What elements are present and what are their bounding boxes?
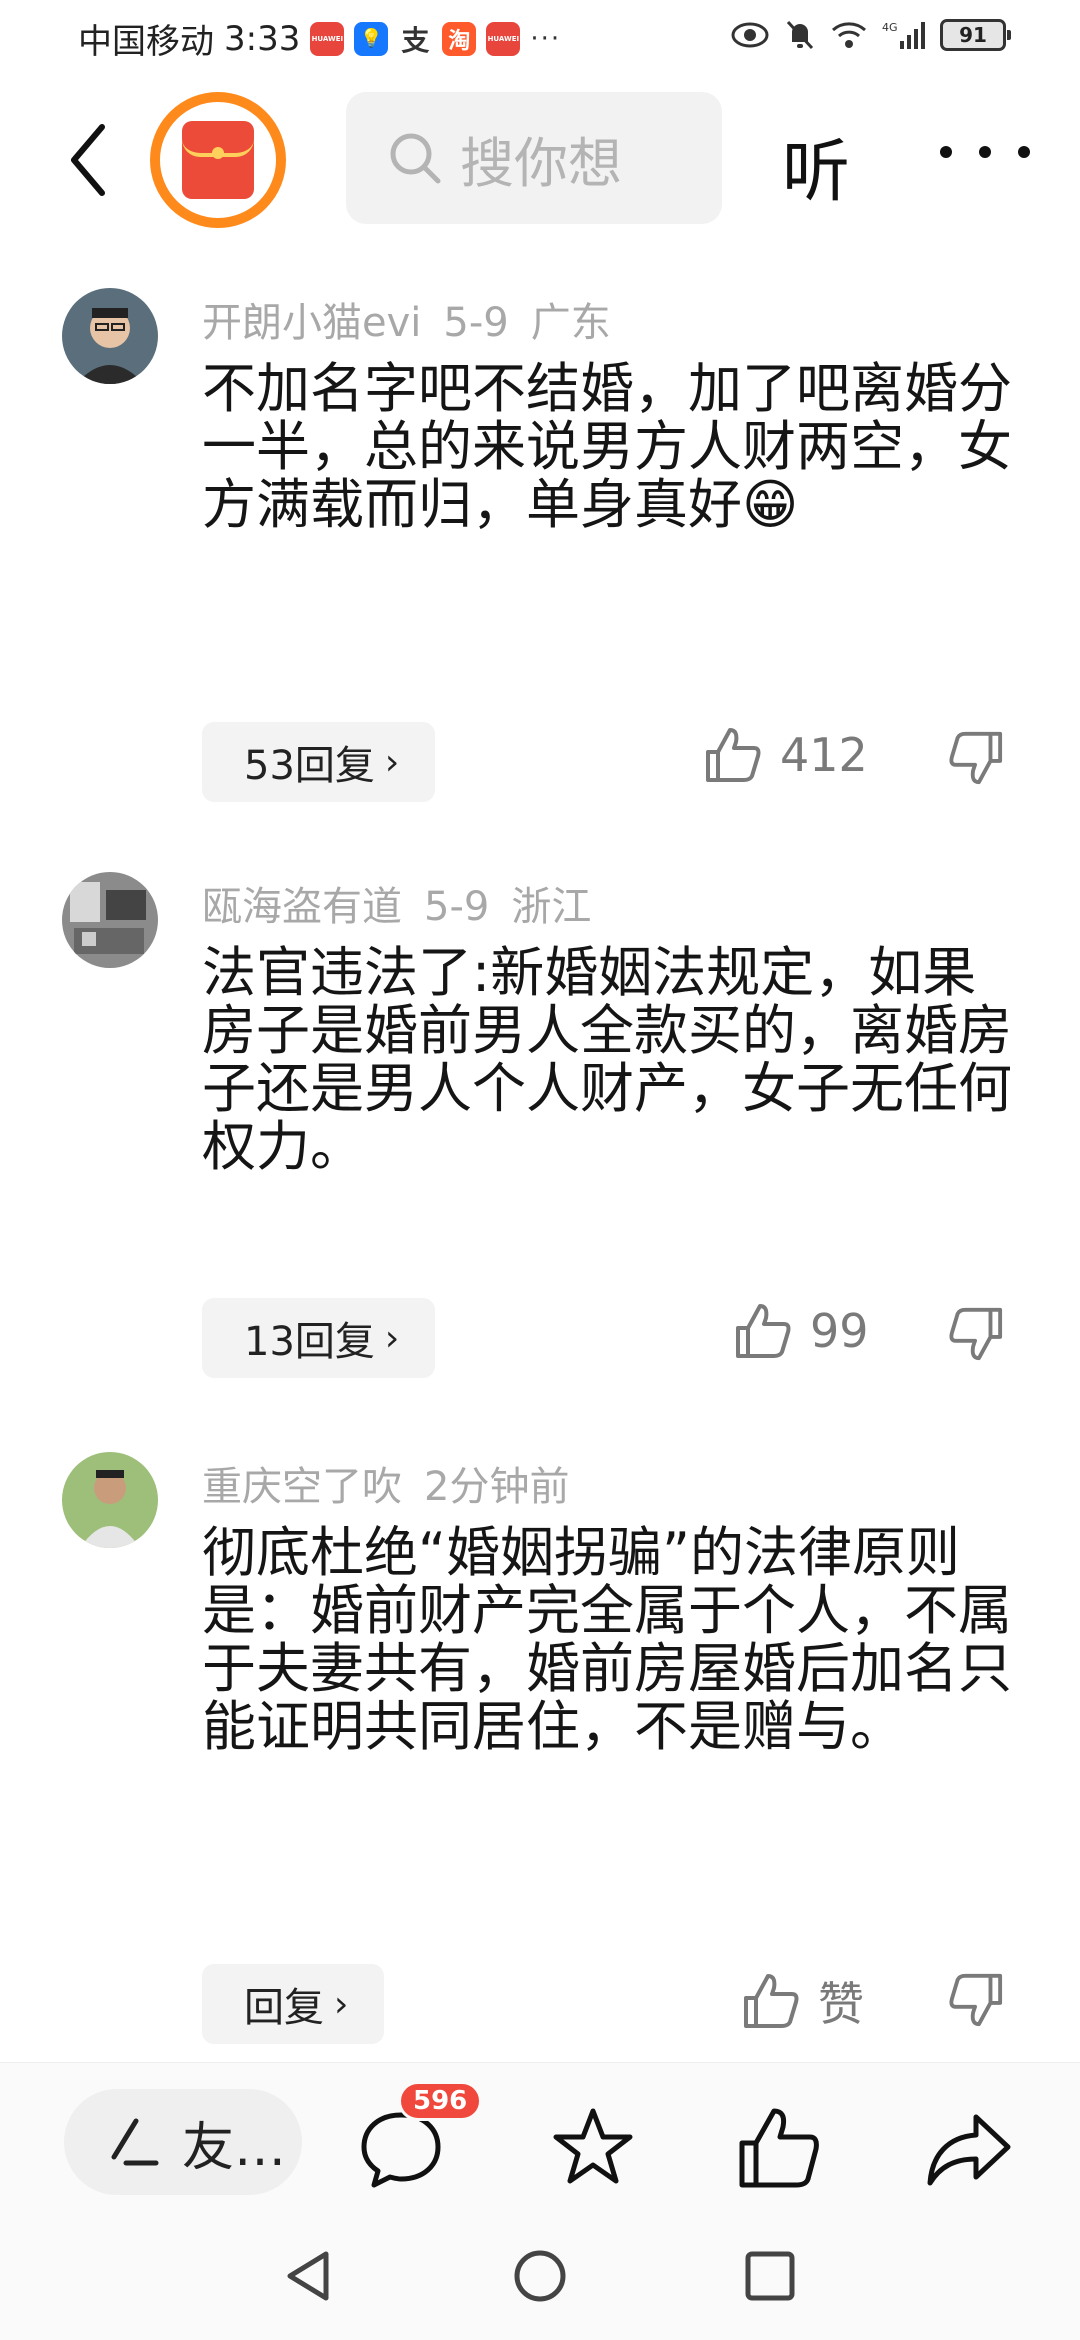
comment-meta: 瓯海盗有道 5-9 浙江	[202, 874, 613, 932]
comment-location: 广东	[530, 300, 611, 346]
comment-item: 开朗小猫evi 5-9 广东 不加名字吧不结婚，加了吧离婚分一半，总的来说男方人财两…	[0, 286, 1080, 826]
huawei-app-icon-2: HUAWEI	[486, 21, 521, 56]
chevron-right-icon: ›	[384, 741, 400, 783]
thumbs-up-icon	[736, 1304, 791, 1358]
comment-location: 浙江	[511, 884, 592, 930]
eye-icon	[731, 22, 769, 48]
share-icon[interactable]	[924, 2103, 1014, 2193]
more-options-button[interactable]	[940, 122, 1030, 182]
username[interactable]: 瓯海盗有道	[202, 884, 402, 930]
like-button[interactable]: 赞	[742, 1968, 864, 2034]
nav-recents-icon[interactable]	[742, 2248, 798, 2304]
chevron-left-icon	[71, 124, 105, 196]
reply-button[interactable]: 13回复 ›	[202, 1298, 436, 1378]
alipay-app-icon: 支	[401, 23, 430, 57]
reply-label: 回复	[244, 1985, 324, 2031]
search-icon	[390, 133, 441, 184]
write-comment-label: 友…	[182, 2117, 287, 2178]
listen-button[interactable]: 听	[782, 116, 850, 215]
thumbs-up-icon	[706, 728, 761, 782]
wifi-icon	[832, 22, 866, 48]
carrier-name: 中国移动	[78, 22, 214, 62]
comment-date: 2分钟前	[424, 1464, 570, 1510]
mute-bell-icon	[786, 20, 814, 50]
avatar[interactable]	[62, 1452, 158, 1548]
comment-text: 彻底杜绝“婚姻拐骗”的法律原则是：婚前财产完全属于个人，不属于夫妻共有，婚前房屋…	[202, 1521, 1012, 1758]
search-placeholder: 搜你想	[460, 131, 622, 195]
like-label: 赞	[818, 1977, 864, 2031]
status-more-icon: ···	[530, 23, 562, 54]
comment-date: 5-9	[424, 884, 490, 930]
clock: 3:33	[224, 18, 301, 59]
avatar[interactable]	[62, 872, 158, 968]
dot-icon	[940, 146, 952, 158]
comment-text: 法官违法了:新婚姻法规定，如果房子是婚前男人全款买的，离婚房子还是男人个人财产，…	[202, 941, 1012, 1178]
system-navigation-bar	[0, 2212, 1080, 2340]
like-button[interactable]: 99	[734, 1302, 869, 1360]
back-button[interactable]	[58, 120, 118, 200]
red-packet-button[interactable]	[150, 92, 286, 228]
chevron-right-icon: ›	[384, 1317, 400, 1359]
thumbs-down-icon[interactable]	[948, 1972, 1004, 2028]
battery-level: 91	[959, 23, 987, 47]
chevron-right-icon: ›	[334, 1983, 349, 2025]
status-right: 4G 91	[730, 18, 1011, 52]
star-icon[interactable]	[548, 2103, 638, 2193]
thumbs-down-icon[interactable]	[948, 1306, 1004, 1362]
comment-count-badge: 596	[398, 2081, 483, 2121]
status-bar: 中国移动 3:33 HUAWEI 💡 支 淘 HUAWEI ··· 4G 91	[0, 0, 1080, 72]
search-input[interactable]: 搜你想	[346, 92, 722, 224]
action-bar: 友… 596	[0, 2062, 1080, 2212]
status-left: 中国移动 3:33 HUAWEI 💡 支 淘 HUAWEI ···	[78, 14, 561, 63]
like-button[interactable]: 412	[704, 726, 868, 784]
comment-text: 不加名字吧不结婚，加了吧离婚分一半，总的来说男方人财两空，女方满载而归，单身真好…	[202, 357, 1012, 536]
reply-button[interactable]: 53回复 ›	[202, 722, 436, 802]
username[interactable]: 开朗小猫evi	[202, 300, 421, 346]
comment-meta: 开朗小猫evi 5-9 广东	[202, 290, 633, 348]
dot-icon	[979, 146, 991, 158]
thumbs-down-icon[interactable]	[948, 730, 1004, 786]
top-nav: 搜你想 听	[0, 80, 1080, 230]
signal-icon: 4G	[882, 21, 925, 49]
nav-back-icon[interactable]	[282, 2248, 338, 2304]
reply-label: 53回复	[244, 743, 375, 789]
thumbs-up-icon	[744, 1974, 799, 2028]
username[interactable]: 重庆空了吹	[202, 1464, 402, 1510]
battery-icon: 91	[940, 19, 1011, 51]
like-count: 412	[780, 728, 868, 782]
write-comment-button[interactable]: 友…	[64, 2089, 302, 2195]
comment-meta: 重庆空了吹 2分钟前	[202, 1454, 591, 1512]
avatar[interactable]	[62, 288, 158, 384]
lightbulb-app-icon: 💡	[354, 21, 389, 56]
taobao-app-icon: 淘	[442, 21, 477, 56]
reply-label: 13回复	[244, 1319, 375, 1365]
red-packet-icon	[182, 121, 254, 199]
nav-home-icon[interactable]	[512, 2248, 568, 2304]
dot-icon	[1018, 146, 1030, 158]
like-count: 99	[810, 1304, 869, 1358]
svg-text:4G: 4G	[882, 21, 898, 34]
reply-button[interactable]: 回复 ›	[202, 1964, 385, 2044]
comment-item: 瓯海盗有道 5-9 浙江 法官违法了:新婚姻法规定，如果房子是婚前男人全款买的，离婚…	[0, 870, 1080, 1390]
comment-date: 5-9	[443, 300, 509, 346]
pen-icon	[111, 2118, 159, 2166]
comment-item: 重庆空了吹 2分钟前 彻底杜绝“婚姻拐骗”的法律原则是：婚前财产完全属于个人，不属…	[0, 1450, 1080, 2050]
huawei-app-icon: HUAWEI	[310, 21, 345, 56]
thumbs-up-icon[interactable]	[734, 2103, 824, 2193]
